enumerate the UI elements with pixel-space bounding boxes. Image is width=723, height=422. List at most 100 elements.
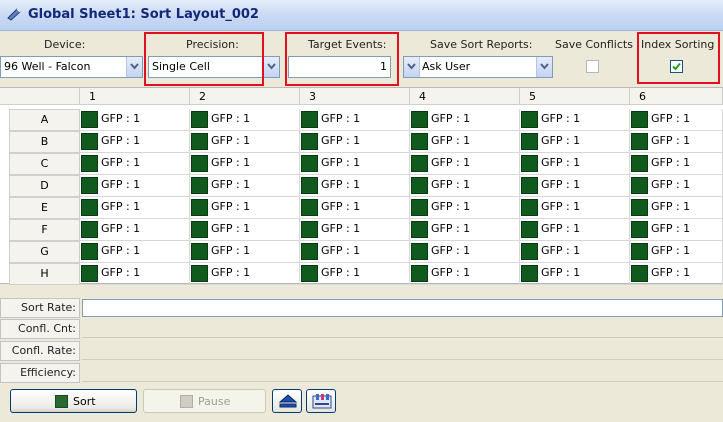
column-header[interactable]: 3	[300, 88, 410, 105]
device-select[interactable]: 96 Well - Falcon	[0, 56, 143, 78]
window-title: Global Sheet1: Sort Layout_002	[28, 7, 259, 22]
well-cell[interactable]: GFP : 1	[520, 131, 630, 153]
well-gate-label: GFP : 1	[431, 244, 471, 257]
gate-color-swatch	[301, 243, 318, 260]
well-cell[interactable]: GFP : 1	[300, 197, 410, 219]
well-cell[interactable]: GFP : 1	[630, 263, 723, 285]
well-gate-label: GFP : 1	[321, 156, 361, 169]
well-cell[interactable]: GFP : 1	[190, 241, 300, 263]
row-header[interactable]: G	[9, 241, 80, 263]
well-cell[interactable]: GFP : 1	[300, 175, 410, 197]
well-cell[interactable]: GFP : 1	[630, 131, 723, 153]
efficiency-label: Efficiency:	[0, 363, 80, 383]
chevron-down-icon	[540, 63, 549, 70]
well-cell[interactable]: GFP : 1	[630, 109, 723, 131]
well-gate-label: GFP : 1	[101, 244, 141, 257]
plate-layout-button[interactable]	[306, 389, 336, 413]
well-cell[interactable]: GFP : 1	[410, 109, 520, 131]
gate-color-swatch	[301, 155, 318, 172]
well-cell[interactable]: GFP : 1	[300, 131, 410, 153]
well-cell[interactable]: GFP : 1	[630, 175, 723, 197]
well-cell[interactable]: GFP : 1	[630, 197, 723, 219]
gate-color-swatch	[81, 177, 98, 194]
well-gate-label: GFP : 1	[651, 178, 691, 191]
eject-button[interactable]	[272, 389, 302, 413]
well-cell[interactable]: GFP : 1	[300, 263, 410, 285]
well-gate-label: GFP : 1	[431, 200, 471, 213]
well-cell[interactable]: GFP : 1	[80, 197, 190, 219]
well-cell[interactable]: GFP : 1	[410, 263, 520, 285]
row-header[interactable]: D	[9, 175, 80, 197]
well-cell[interactable]: GFP : 1	[520, 263, 630, 285]
well-cell[interactable]: GFP : 1	[190, 175, 300, 197]
well-gate-label: GFP : 1	[101, 112, 141, 125]
precision-dropdown-button[interactable]	[263, 57, 279, 77]
well-cell[interactable]: GFP : 1	[410, 153, 520, 175]
device-dropdown-button[interactable]	[126, 57, 142, 77]
well-cell[interactable]: GFP : 1	[190, 263, 300, 285]
well-cell[interactable]: GFP : 1	[300, 219, 410, 241]
save-sort-reports-dropdown-button[interactable]	[536, 57, 552, 77]
well-cell[interactable]: GFP : 1	[520, 197, 630, 219]
well-cell[interactable]: GFP : 1	[410, 131, 520, 153]
well-gate-label: GFP : 1	[431, 112, 471, 125]
well-cell[interactable]: GFP : 1	[80, 109, 190, 131]
well-cell[interactable]: GFP : 1	[520, 241, 630, 263]
well-gate-label: GFP : 1	[651, 266, 691, 279]
save-sort-reports-select[interactable]: Ask User	[403, 56, 553, 78]
sort-layout-icon	[7, 8, 21, 21]
column-header[interactable]: 2	[190, 88, 300, 105]
well-cell[interactable]: GFP : 1	[520, 175, 630, 197]
well-cell[interactable]: GFP : 1	[190, 131, 300, 153]
well-cell[interactable]: GFP : 1	[410, 175, 520, 197]
column-header-label: 6	[639, 90, 646, 103]
sort-layout-window: Global Sheet1: Sort Layout_002 Device: P…	[0, 0, 723, 422]
row-header[interactable]: C	[9, 153, 80, 175]
save-conflicts-checkbox[interactable]	[586, 60, 599, 73]
well-cell[interactable]: GFP : 1	[300, 153, 410, 175]
well-cell[interactable]: GFP : 1	[630, 241, 723, 263]
well-gate-label: GFP : 1	[541, 134, 581, 147]
well-cell[interactable]: GFP : 1	[520, 109, 630, 131]
well-cell[interactable]: GFP : 1	[410, 241, 520, 263]
well-cell[interactable]: GFP : 1	[190, 153, 300, 175]
index-sorting-checkbox[interactable]	[670, 60, 683, 73]
target-events-input[interactable]: 1	[288, 56, 391, 78]
well-cell[interactable]: GFP : 1	[190, 109, 300, 131]
pause-button[interactable]: Pause	[143, 389, 266, 413]
row-header[interactable]: F	[9, 219, 80, 241]
sort-button[interactable]: Sort	[10, 389, 137, 413]
column-header-label: 4	[419, 90, 426, 103]
well-cell[interactable]: GFP : 1	[80, 131, 190, 153]
row-header[interactable]: A	[9, 109, 80, 131]
column-header[interactable]: 5	[520, 88, 630, 105]
well-gate-label: GFP : 1	[101, 178, 141, 191]
well-cell[interactable]: GFP : 1	[80, 219, 190, 241]
well-cell[interactable]: GFP : 1	[80, 175, 190, 197]
row-header[interactable]: H	[9, 263, 80, 285]
pause-button-label: Pause	[198, 395, 231, 408]
well-cell[interactable]: GFP : 1	[520, 219, 630, 241]
row-header[interactable]: B	[9, 131, 80, 153]
target-events-dropdown-button[interactable]	[404, 57, 420, 77]
column-header[interactable]: 4	[410, 88, 520, 105]
well-cell[interactable]: GFP : 1	[80, 263, 190, 285]
well-cell[interactable]: GFP : 1	[410, 197, 520, 219]
column-header[interactable]: 6	[630, 88, 723, 105]
well-cell[interactable]: GFP : 1	[80, 241, 190, 263]
well-cell[interactable]: GFP : 1	[300, 109, 410, 131]
gate-color-swatch	[521, 243, 538, 260]
precision-select[interactable]: Single Cell	[148, 56, 280, 78]
row-header[interactable]: E	[9, 197, 80, 219]
well-cell[interactable]: GFP : 1	[190, 197, 300, 219]
well-cell[interactable]: GFP : 1	[190, 219, 300, 241]
well-cell[interactable]: GFP : 1	[300, 241, 410, 263]
gate-color-swatch	[81, 199, 98, 216]
well-cell[interactable]: GFP : 1	[630, 153, 723, 175]
column-header[interactable]: 1	[80, 88, 190, 105]
well-cell[interactable]: GFP : 1	[520, 153, 630, 175]
well-cell[interactable]: GFP : 1	[80, 153, 190, 175]
well-cell[interactable]: GFP : 1	[630, 219, 723, 241]
sort-rate-row: Sort Rate:	[0, 298, 723, 318]
well-cell[interactable]: GFP : 1	[410, 219, 520, 241]
